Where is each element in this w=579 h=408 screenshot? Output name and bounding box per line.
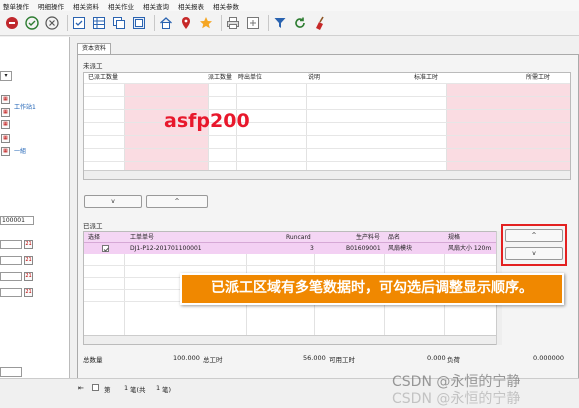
grid-icon[interactable]: ▦ [1,95,10,104]
col-select: 选择 [88,234,101,241]
toolbar-separator [221,15,222,31]
unassigned-grid: 已派工数量 派工数量 時出单位 说明 标准工时 所需工时 [83,72,571,180]
total-hours-value: 56.000 [303,354,326,362]
toolbar-separator [154,15,155,31]
pink-column [446,83,570,179]
location-icon[interactable] [178,15,194,31]
star-icon[interactable] [198,15,214,31]
date-field[interactable] [0,240,22,249]
print-icon[interactable] [225,15,241,31]
grid-icon[interactable]: ▦ [1,134,10,143]
page-total-label: 笔(共 [130,386,146,394]
grid-icon[interactable]: ▦ [1,108,10,117]
date-field[interactable] [0,256,22,265]
summary-bar: 总数量 100.000 总工时 56.000 可用工时 0.000 负荷 0.0… [73,351,579,365]
col-assigned-qty: 已派工数量 [88,74,119,81]
tab-basic-data[interactable]: 资本资料 [77,43,112,54]
move-up-button[interactable]: ^ [146,195,208,208]
grid-icon[interactable]: ▦ [1,147,10,156]
page-label: 第 [104,386,111,394]
confirm-icon[interactable] [24,15,40,31]
copy-icon[interactable] [111,15,127,31]
assigned-title: 已派工 [83,222,103,230]
col-standard-hours: 标准工时 [414,74,439,81]
total-qty-value: 100.000 [173,354,200,362]
col-spec: 规格 [448,234,461,241]
total-qty-label: 总数量 [83,356,103,364]
available-hours-value: 0.000 [427,354,446,362]
move-down-button[interactable]: v [84,195,142,208]
available-hours-label: 可用工时 [329,356,355,364]
dropdown-arrow-icon[interactable]: ▾ [0,71,12,81]
overlay-program-code: asfp200 [164,110,250,132]
assigned-move-down-button[interactable]: v [505,247,563,260]
total-hours-label: 总工时 [203,356,223,364]
cell-runcard: 3 [310,245,314,252]
load-label: 负荷 [447,356,460,364]
calendar-icon[interactable]: 21 [24,256,33,265]
menu-related-query[interactable]: 相关查询 [143,1,169,11]
date-field[interactable] [0,288,22,297]
refresh-icon[interactable] [292,15,308,31]
cancel-icon[interactable] [44,15,60,31]
watermark-shadow: CSDN @永恒的宁静 [392,391,521,407]
col-part-no: 生产料号 [356,234,381,241]
calendar-icon[interactable]: 21 [24,288,33,297]
horizontal-scrollbar[interactable] [84,170,570,179]
horizontal-scrollbar[interactable] [84,335,500,344]
menu-related-report[interactable]: 相关报表 [178,1,204,11]
menu-whole-order[interactable]: 整单操作 [3,1,29,11]
filter-icon[interactable] [272,15,288,31]
assigned-move-up-button[interactable]: ^ [505,229,563,242]
load-value: 0.000000 [533,354,565,362]
row-checkbox[interactable] [102,245,109,252]
date-field[interactable] [0,272,22,281]
cell-order-no: DJ1-P12-201701100001 [130,245,202,252]
table-row[interactable]: DJ1-P12-201701100001 3 B01609001 风扇模块 风扇… [84,243,500,254]
cell-spec: 风扇大小 120m [448,245,492,252]
calendar-icon[interactable]: 21 [24,272,33,281]
export-icon[interactable] [245,15,261,31]
callout-banner: 已派工区域有多笔数据时，可勾选后调整显示顺序。 [180,273,564,305]
menu-related-jobs[interactable]: 相关作业 [108,1,134,11]
home-icon[interactable] [158,15,174,31]
cell-name: 风扇模块 [388,245,413,252]
toolbar-separator [67,15,68,31]
window-icon[interactable] [131,15,147,31]
unassigned-title: 未派工 [83,62,103,70]
col-runcard: Runcard [286,234,311,241]
col-name: 品名 [388,234,401,241]
page-checkbox[interactable] [92,384,99,391]
grid-icon[interactable] [91,15,107,31]
clear-icon[interactable] [312,15,328,31]
link-workstation[interactable]: 工作站1 [14,102,36,111]
order-field[interactable]: 100001 [0,216,34,225]
toolbar [0,11,579,36]
menu-related-data[interactable]: 相关资料 [73,1,99,11]
first-page-icon[interactable]: ⇤ [78,384,84,392]
calendar-icon[interactable]: 21 [24,240,33,249]
record-unit: 笔) [162,386,172,394]
page-number: 1 [124,384,129,392]
toolbar-separator [268,15,269,31]
col-description: 说明 [308,74,321,81]
scroll-box[interactable] [0,367,22,377]
select-icon[interactable] [71,15,87,31]
menu-bar: 整单操作 明细操作 相关资料 相关作业 相关查询 相关报表 相关参数 [0,0,579,11]
col-unit: 時出单位 [238,74,263,81]
col-required-hours: 所需工时 [526,74,551,81]
menu-detail[interactable]: 明细操作 [38,1,64,11]
stop-icon[interactable] [4,15,20,31]
col-dispatch-qty: 派工数量 [208,74,233,81]
grid-icon[interactable]: ▦ [1,120,10,129]
link-group[interactable]: 一組 [14,146,26,155]
left-pane: ▾ ▦ ▦ 工作站1 ▦ ▦ ▦ 一組 100001 21 21 21 21 [0,37,70,378]
cell-part-no: B01609001 [346,245,381,252]
record-count: 1 [156,384,161,392]
col-order-no: 工单单号 [130,234,155,241]
menu-related-params[interactable]: 相关参数 [213,1,239,11]
